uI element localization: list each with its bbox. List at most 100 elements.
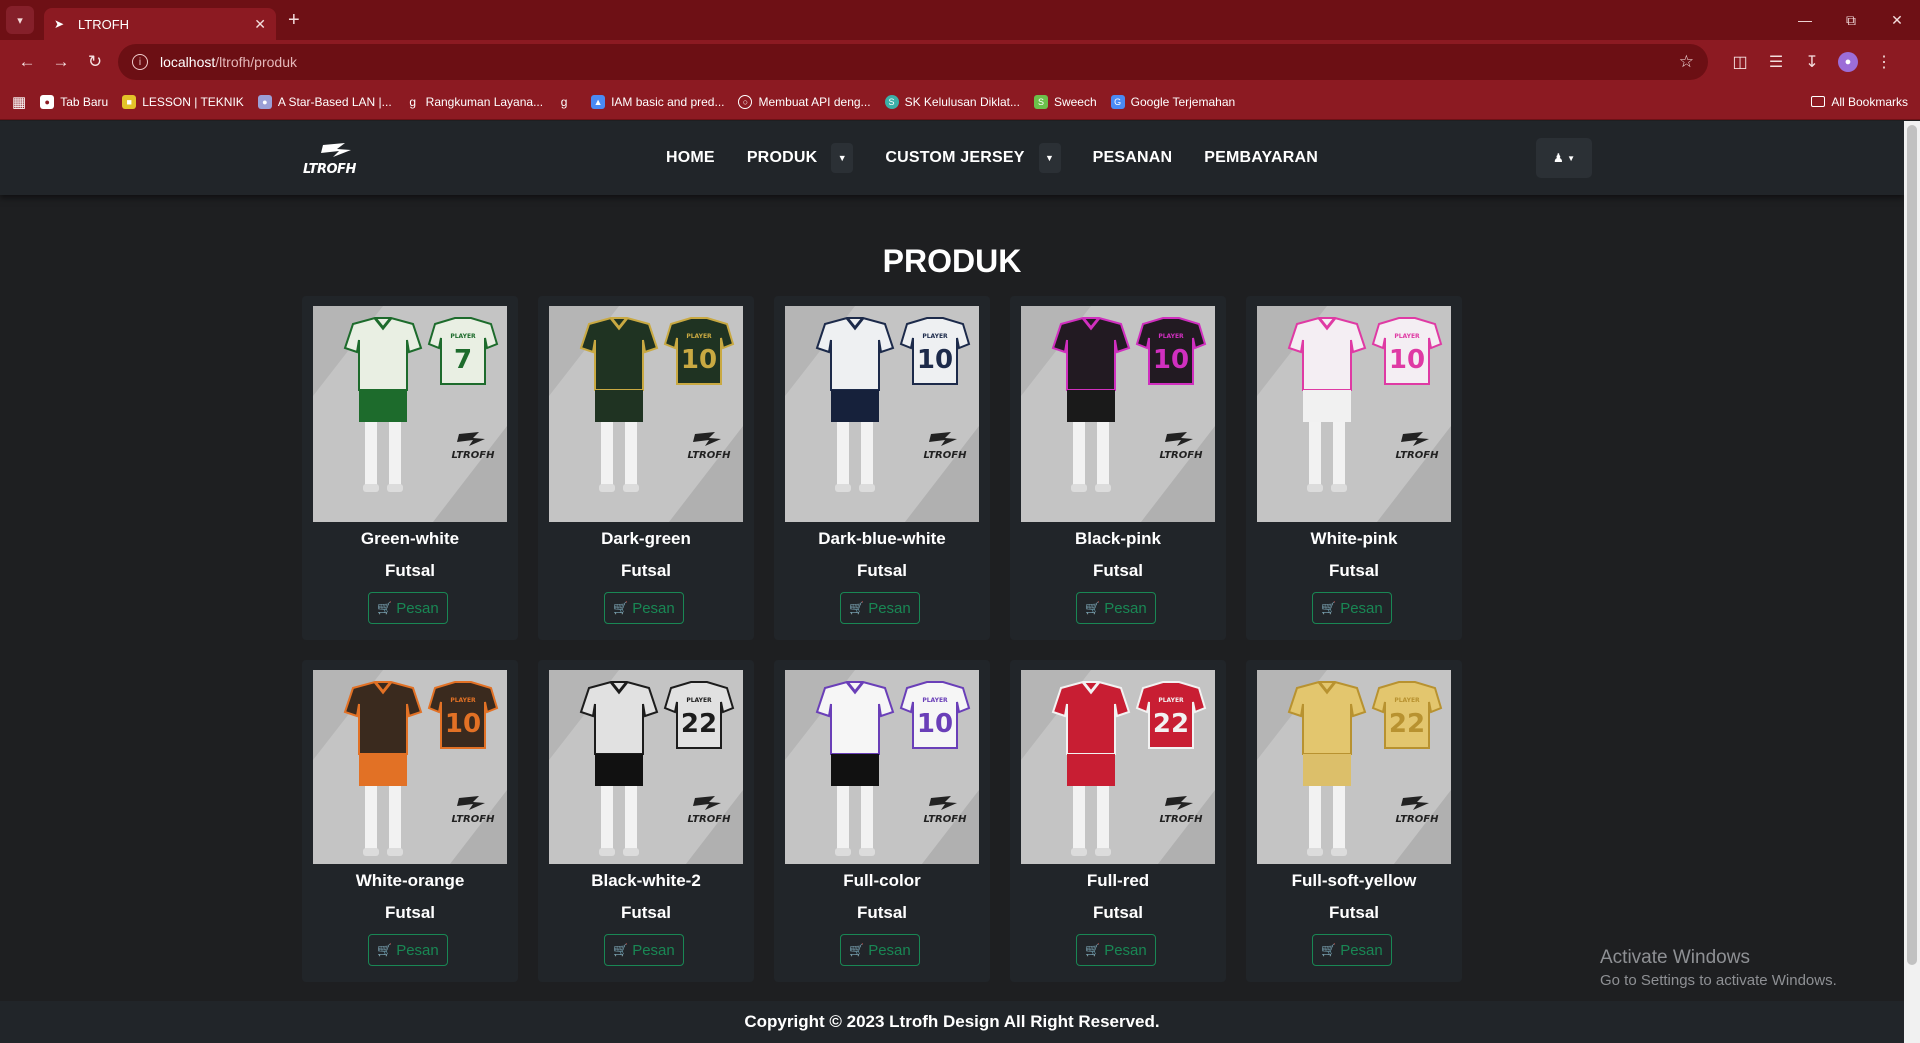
dropdown-caret-icon[interactable]: ▼: [831, 143, 854, 173]
product-image[interactable]: 22 PLAYER LTROFH: [1257, 670, 1451, 864]
all-bookmarks[interactable]: All Bookmarks: [1811, 95, 1908, 109]
jersey-image-icon: 7 PLAYER LTROFH: [313, 306, 507, 522]
order-button-label: Pesan: [868, 941, 911, 959]
browser-menu-icon[interactable]: ⋮: [1866, 44, 1902, 80]
product-image[interactable]: 10 PLAYER LTROFH: [313, 670, 507, 864]
minimize-icon[interactable]: —: [1782, 0, 1828, 40]
product-image[interactable]: 22 PLAYER LTROFH: [549, 670, 743, 864]
order-button[interactable]: 🛒 Pesan: [1076, 592, 1156, 624]
product-category: Futsal: [1328, 903, 1380, 922]
order-button[interactable]: 🛒 Pesan: [1312, 934, 1392, 966]
menu-pembayaran[interactable]: PEMBAYARAN: [1188, 149, 1334, 167]
product-image[interactable]: 10 PLAYER LTROFH: [785, 670, 979, 864]
svg-text:22: 22: [681, 709, 717, 739]
extensions-icon[interactable]: ◫: [1722, 44, 1758, 80]
menu-pesanan[interactable]: PESANAN: [1077, 149, 1189, 167]
dropdown-caret-icon[interactable]: ▼: [1038, 143, 1061, 173]
order-button[interactable]: 🛒 Pesan: [1076, 934, 1156, 966]
back-icon[interactable]: ←: [10, 45, 44, 79]
bookmark-item[interactable]: S Sweech: [1033, 94, 1097, 109]
bookmark-item[interactable]: ■ LESSON | TEKNIK: [122, 94, 244, 109]
bookmark-favicon-icon: g: [560, 94, 568, 109]
reload-icon[interactable]: ↻: [78, 45, 112, 79]
bookmark-label: Rangkuman Layana...: [425, 94, 544, 109]
jersey-image-icon: 10 PLAYER LTROFH: [1021, 306, 1215, 522]
order-button[interactable]: 🛒 Pesan: [840, 934, 920, 966]
bookmark-item[interactable]: S SK Kelulusan Diklat...: [884, 94, 1020, 109]
cart-icon: 🛒: [377, 943, 393, 957]
product-image[interactable]: 22 PLAYER LTROFH: [1021, 670, 1215, 864]
profile-avatar-icon[interactable]: ●: [1838, 52, 1858, 72]
tab-search-chevron-icon[interactable]: ▾: [6, 6, 34, 34]
bookmark-favicon-icon: S: [1033, 94, 1048, 109]
address-bar[interactable]: i localhost/ltrofh/produk ☆: [118, 44, 1708, 80]
svg-text:22: 22: [1153, 709, 1189, 739]
product-image[interactable]: 7 PLAYER LTROFH: [313, 306, 507, 522]
page-scrollbar[interactable]: [1904, 121, 1920, 1043]
product-card: 22 PLAYER LTROFH Full-soft-yellow Futsal 🛒 Pes…: [1246, 660, 1462, 982]
cart-icon: 🛒: [377, 601, 393, 615]
user-dropdown[interactable]: ♟ ▼: [1536, 138, 1592, 178]
close-tab-icon[interactable]: ✕: [254, 16, 266, 33]
svg-text:LTROFH: LTROFH: [452, 814, 496, 825]
product-image[interactable]: 10 PLAYER LTROFH: [785, 306, 979, 522]
product-card: 10 PLAYER LTROFH Black-pink Futsal 🛒 Pesan: [1010, 296, 1226, 640]
site-logo[interactable]: LTROFH: [303, 141, 363, 177]
menu-custom-jersey[interactable]: CUSTOM JERSEY ▼: [869, 143, 1076, 173]
menu-produk[interactable]: PRODUK ▼: [731, 143, 870, 173]
bookmark-favicon-icon: ●: [40, 94, 55, 109]
bookmark-item[interactable]: ○ Membuat API deng...: [738, 94, 871, 109]
svg-text:PLAYER: PLAYER: [922, 333, 948, 340]
main-menu: HOME PRODUK ▼ CUSTOM JERSEY ▼ PESANAN PEMB…: [650, 121, 1334, 195]
close-window-icon[interactable]: ✕: [1874, 0, 1920, 40]
order-button[interactable]: 🛒 Pesan: [840, 592, 920, 624]
bookmark-item[interactable]: ● A Star-Based LAN |...: [257, 94, 392, 109]
svg-text:22: 22: [1389, 709, 1425, 739]
product-card: 10 PLAYER LTROFH Full-color Futsal 🛒 Pesan: [774, 660, 990, 982]
svg-text:LTROFH: LTROFH: [688, 814, 732, 825]
product-image[interactable]: 10 PLAYER LTROFH: [1021, 306, 1215, 522]
product-image[interactable]: 10 PLAYER LTROFH: [549, 306, 743, 522]
forward-icon[interactable]: →: [44, 45, 78, 79]
order-button-label: Pesan: [1340, 941, 1383, 959]
product-category: Futsal: [384, 903, 436, 922]
bookmark-item[interactable]: G Google Terjemahan: [1110, 94, 1235, 109]
cart-icon: 🛒: [1321, 601, 1337, 615]
scrollbar-thumb[interactable]: [1907, 125, 1917, 965]
order-button[interactable]: 🛒 Pesan: [368, 592, 448, 624]
order-button[interactable]: 🛒 Pesan: [604, 592, 684, 624]
window-controls: — ⧉ ✕: [1782, 0, 1920, 40]
bookmark-item[interactable]: g: [557, 95, 577, 109]
apps-grid-icon[interactable]: ▦: [12, 93, 26, 111]
all-bookmarks-label: All Bookmarks: [1831, 94, 1908, 109]
product-name: Green-white: [360, 529, 460, 548]
product-name: Dark-green: [601, 529, 691, 548]
svg-text:PLAYER: PLAYER: [1394, 697, 1420, 704]
new-tab-icon[interactable]: +: [288, 9, 300, 32]
bookmark-star-icon[interactable]: ☆: [1679, 52, 1694, 72]
order-button[interactable]: 🛒 Pesan: [1312, 592, 1392, 624]
restore-icon[interactable]: ⧉: [1828, 0, 1874, 40]
product-image[interactable]: 10 PLAYER LTROFH: [1257, 306, 1451, 522]
product-name: Full-red: [1086, 871, 1150, 890]
order-button-label: Pesan: [632, 941, 675, 959]
bookmark-item[interactable]: g Rangkuman Layana...: [406, 95, 543, 109]
jersey-image-icon: 22 PLAYER LTROFH: [1021, 670, 1215, 864]
product-category: Futsal: [1328, 561, 1380, 580]
download-icon[interactable]: ↧: [1794, 44, 1830, 80]
product-name: White-pink: [1310, 529, 1398, 548]
site-info-icon[interactable]: i: [132, 54, 148, 70]
browser-tab[interactable]: ➤ LTROFH ✕: [44, 8, 276, 40]
product-category: Futsal: [1092, 561, 1144, 580]
bookmark-item[interactable]: ● Tab Baru: [40, 94, 108, 109]
bookmark-item[interactable]: ▲ IAM basic and pred...: [591, 94, 724, 109]
cart-icon: 🛒: [849, 943, 865, 957]
menu-custom-jersey-label: CUSTOM JERSEY: [885, 149, 1025, 166]
jersey-image-icon: 10 PLAYER LTROFH: [549, 306, 743, 522]
browser-toolbar: ← → ↻ i localhost/ltrofh/produk ☆ ◫ ☰ ↧ …: [0, 40, 1920, 84]
menu-home[interactable]: HOME: [650, 149, 731, 167]
order-button[interactable]: 🛒 Pesan: [604, 934, 684, 966]
media-control-icon[interactable]: ☰: [1758, 44, 1794, 80]
windows-activation-watermark: Activate Windows Go to Settings to activ…: [1600, 947, 1837, 989]
order-button[interactable]: 🛒 Pesan: [368, 934, 448, 966]
